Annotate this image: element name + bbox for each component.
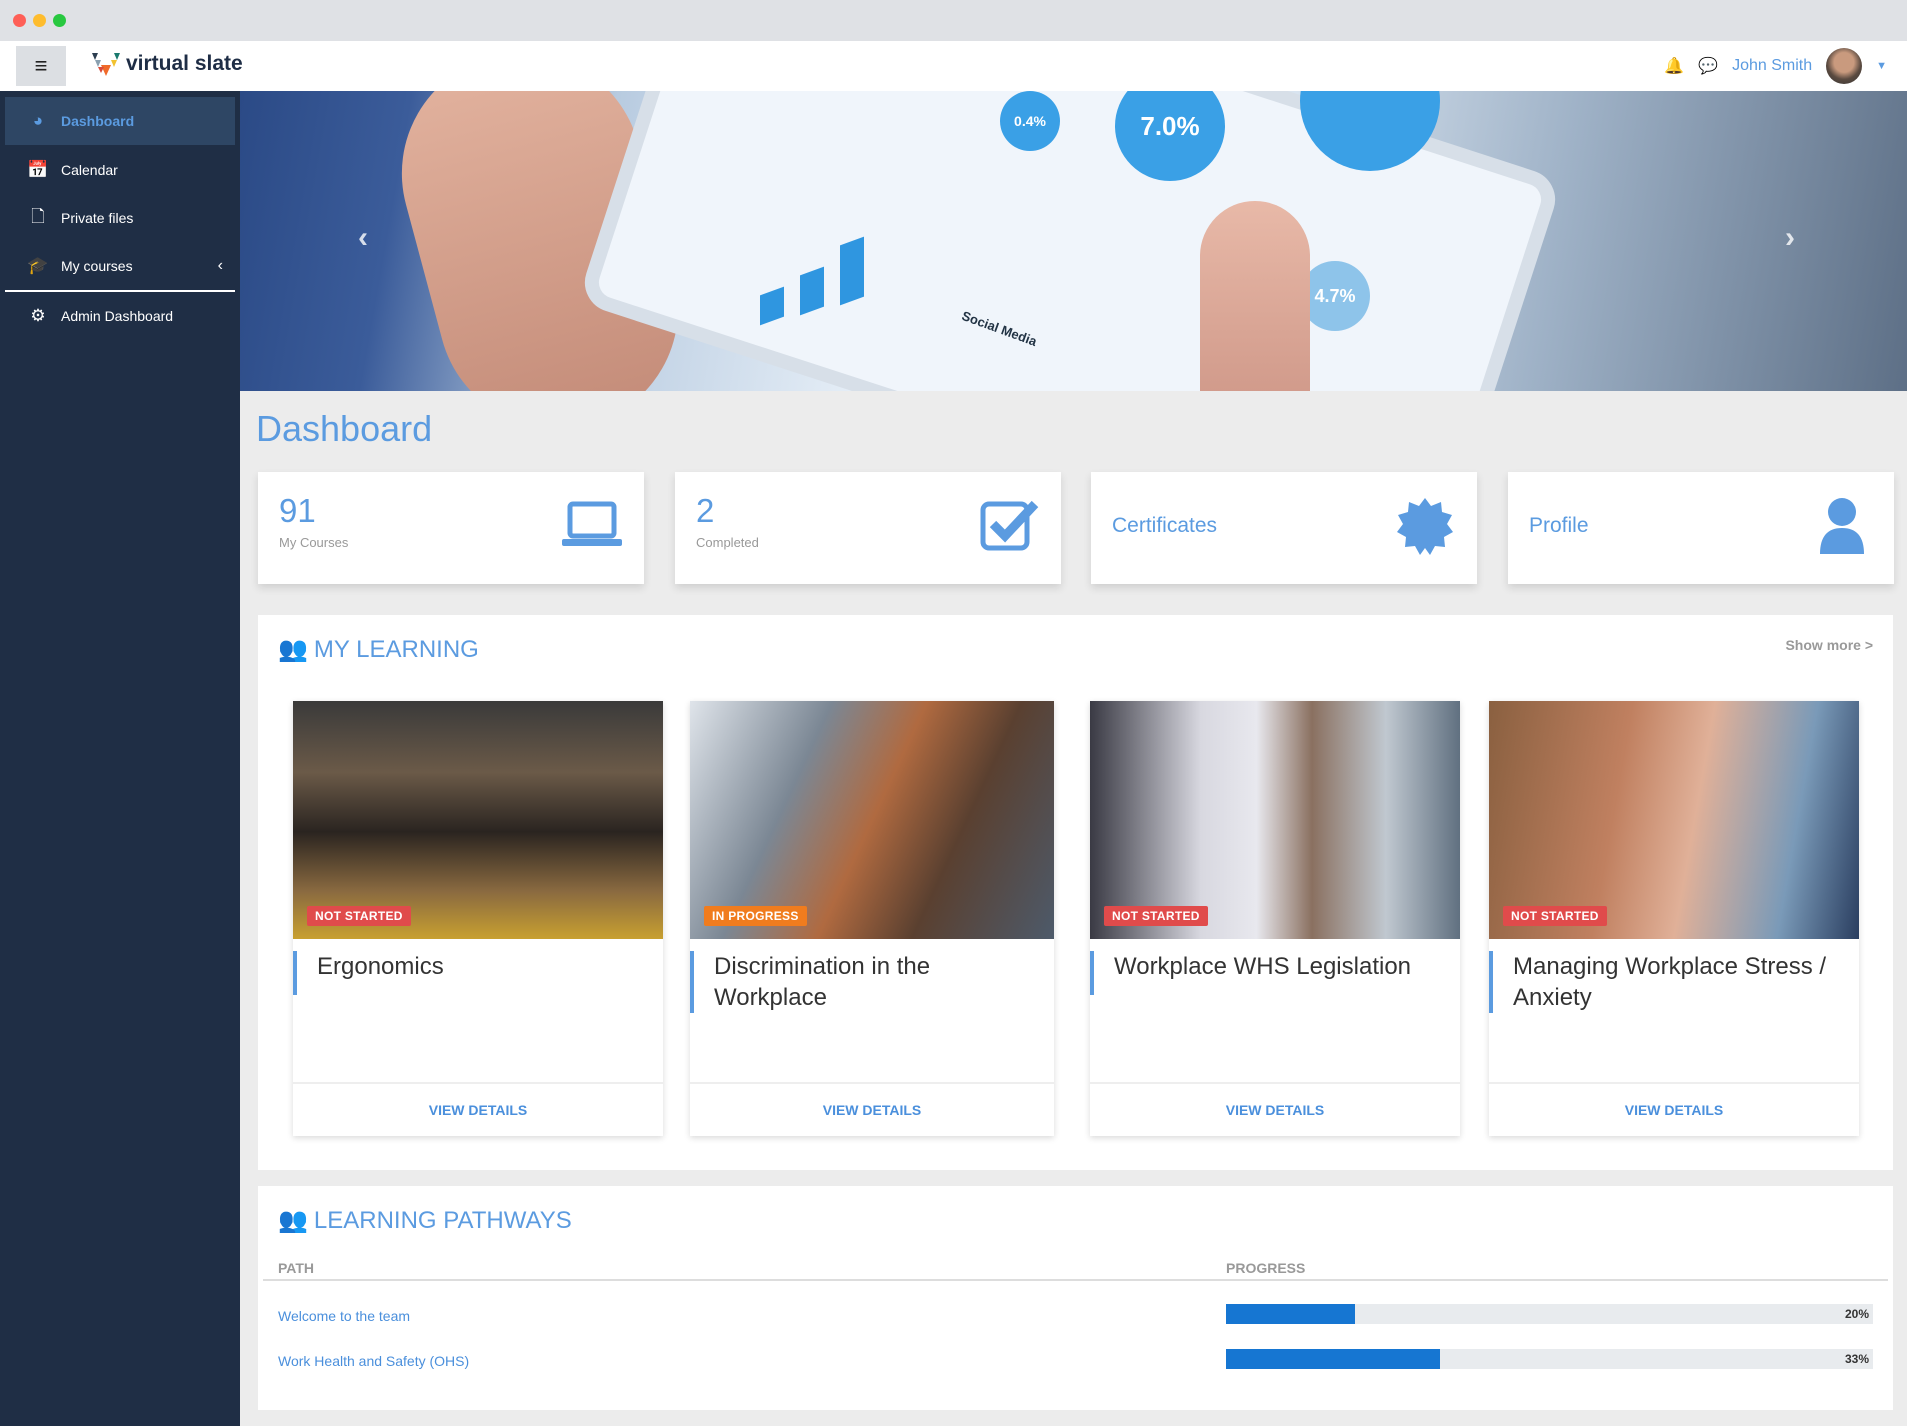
chat-icon[interactable]: 💬 (1698, 56, 1718, 76)
stat-card-profile[interactable]: Profile (1508, 472, 1894, 584)
top-navbar: ≡ virtual slate 🔔 💬 John Smith ▼ (0, 41, 1907, 91)
carousel-next-button[interactable]: › (1785, 221, 1795, 255)
pathway-link[interactable]: Work Health and Safety (OHS) (278, 1353, 469, 1369)
users-icon: 👥 (278, 636, 308, 663)
users-icon: 👥 (278, 1207, 308, 1234)
stat-label: Certificates (1112, 514, 1218, 537)
menu-icon: ≡ (34, 53, 48, 78)
view-details-button[interactable]: VIEW DETAILS (293, 1082, 663, 1136)
brand-name: virtual slate (126, 52, 243, 75)
stat-value: 91 (279, 492, 316, 529)
certificate-icon (1397, 498, 1453, 555)
course-image (1489, 701, 1859, 939)
stat-card-my-courses[interactable]: 91 My Courses (258, 472, 644, 584)
stat-label: Completed (696, 535, 759, 550)
show-more-link[interactable]: Show more > (1785, 637, 1873, 653)
chart-bar (840, 236, 864, 306)
course-title[interactable]: Ergonomics (293, 951, 643, 995)
view-details-button[interactable]: VIEW DETAILS (1090, 1082, 1460, 1136)
course-title[interactable]: Managing Workplace Stress / Anxiety (1489, 951, 1839, 1013)
sidebar-item-label: Dashboard (61, 113, 135, 129)
user-icon (1820, 498, 1864, 554)
table-divider (263, 1279, 1888, 1281)
course-card[interactable]: NOT STARTED Workplace WHS Legislation VI… (1090, 701, 1460, 1136)
minimize-window-button[interactable] (33, 14, 46, 27)
status-badge: NOT STARTED (307, 906, 411, 926)
progress-label: 33% (1844, 1352, 1869, 1366)
close-window-button[interactable] (13, 14, 26, 27)
course-title[interactable]: Workplace WHS Legislation (1090, 951, 1440, 995)
section-title: MY LEARNING (313, 635, 479, 663)
status-badge: IN PROGRESS (704, 906, 807, 926)
sidebar: ◕ Dashboard 📅 Calendar 🗋 Private files 🎓 My … (0, 91, 240, 1426)
carousel-prev-button[interactable]: ‹ (358, 221, 368, 255)
section-title: LEARNING PATHWAYS (313, 1206, 572, 1234)
logo-icon (92, 53, 120, 76)
menu-toggle-button[interactable]: ≡ (16, 46, 66, 86)
file-icon: 🗋 (31, 206, 45, 226)
status-badge: NOT STARTED (1104, 906, 1208, 926)
bell-icon[interactable]: 🔔 (1664, 56, 1684, 76)
course-card[interactable]: NOT STARTED Managing Workplace Stress / … (1489, 701, 1859, 1136)
chevron-left-icon[interactable]: ‹ (218, 257, 223, 275)
finger-image (1200, 201, 1310, 391)
course-image (690, 701, 1054, 939)
course-card[interactable]: IN PROGRESS Discrimination in the Workpl… (690, 701, 1054, 1136)
course-title[interactable]: Discrimination in the Workplace (690, 951, 1034, 1013)
maximize-window-button[interactable] (53, 14, 66, 27)
sidebar-item-label: Calendar (61, 162, 118, 178)
stat-card-completed[interactable]: 2 Completed (675, 472, 1061, 584)
sidebar-item-label: Private files (61, 210, 134, 226)
hero-bubble: 0.4% (1000, 91, 1060, 151)
view-details-button[interactable]: VIEW DETAILS (1489, 1082, 1859, 1136)
status-badge: NOT STARTED (1503, 906, 1607, 926)
brand-logo[interactable]: virtual slate (92, 51, 243, 77)
cogs-icon: ⚙ (30, 306, 46, 325)
sidebar-item-calendar[interactable]: 📅 Calendar (5, 146, 235, 194)
stat-label: Profile (1529, 514, 1589, 537)
stat-value: 2 (696, 492, 715, 529)
progress-fill (1226, 1304, 1356, 1324)
column-header-progress: PROGRESS (1226, 1260, 1306, 1276)
stat-card-certificates[interactable]: Certificates (1091, 472, 1477, 584)
window-titlebar (0, 0, 1907, 41)
page-title: Dashboard (256, 408, 433, 449)
checkbox-icon (980, 500, 1039, 551)
laptop-icon (562, 501, 622, 546)
my-learning-panel: 👥 MY LEARNING Show more > NOT STARTED Erg… (258, 615, 1893, 1170)
hero-bubble: 4.7% (1300, 261, 1370, 331)
progress-bar: 20% (1226, 1304, 1873, 1324)
graduation-cap-icon: 🎓 (27, 256, 49, 275)
calendar-icon: 📅 (27, 160, 49, 179)
user-name-link[interactable]: John Smith (1732, 57, 1812, 75)
hero-carousel: 0.4% 7.0% 4.7% Social Media ‹ › (240, 91, 1907, 391)
learning-pathways-panel: 👥 LEARNING PATHWAYS PATH PROGRESS Welcome… (258, 1186, 1893, 1410)
progress-label: 20% (1844, 1307, 1869, 1321)
column-header-path: PATH (278, 1260, 315, 1276)
view-details-button[interactable]: VIEW DETAILS (690, 1082, 1054, 1136)
sidebar-item-dashboard[interactable]: ◕ Dashboard (5, 97, 235, 145)
sidebar-item-label: Admin Dashboard (61, 308, 174, 324)
course-image (293, 701, 663, 939)
pathway-link[interactable]: Welcome to the team (278, 1308, 410, 1324)
caret-down-icon[interactable]: ▼ (1876, 60, 1887, 72)
user-avatar[interactable] (1826, 48, 1863, 84)
progress-bar: 33% (1226, 1349, 1873, 1369)
sidebar-item-label: My courses (61, 258, 133, 274)
sidebar-item-my-courses[interactable]: 🎓 My courses ‹ (5, 242, 235, 290)
sidebar-item-private-files[interactable]: 🗋 Private files (5, 194, 235, 242)
sidebar-item-admin-dashboard[interactable]: ⚙ Admin Dashboard (5, 292, 235, 340)
course-image (1090, 701, 1460, 939)
progress-fill (1226, 1349, 1440, 1369)
course-card[interactable]: NOT STARTED Ergonomics VIEW DETAILS (293, 701, 663, 1136)
dashboard-icon: ◕ (32, 111, 44, 130)
stat-label: My Courses (279, 535, 349, 550)
